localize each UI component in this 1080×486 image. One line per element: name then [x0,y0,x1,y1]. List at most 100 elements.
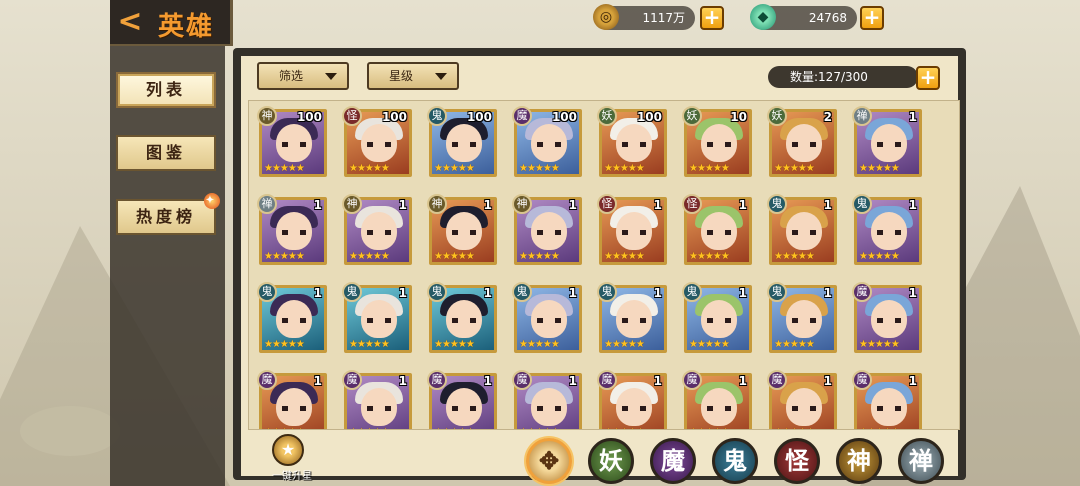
hero-level: 1 [908,374,917,388]
hero-card[interactable]: 魔 1 ★★★★★ [767,370,837,429]
hero-card[interactable]: 鬼 1 ★★★★★ [427,282,497,353]
chevron-down-icon [435,73,447,80]
faction-badge: 神 [427,194,447,214]
hero-stars: ★★★★★ [604,339,645,350]
hero-level: 1 [738,198,747,212]
faction-badge: 鬼 [682,282,702,302]
hero-portrait-eyes [537,230,561,235]
hero-card[interactable]: 神 1 ★★★★★ [427,194,497,265]
hero-level: 1 [653,286,662,300]
tab-chan[interactable]: 禅 [898,438,944,484]
hero-portrait-eyes [452,406,476,411]
hero-card[interactable]: 神 1 ★★★★★ [342,194,412,265]
hero-level: 1 [823,286,832,300]
hero-card[interactable]: 妖 10 ★★★★★ [682,106,752,177]
hero-card[interactable]: 神 100 ★★★★★ [257,106,327,177]
hero-card[interactable]: 魔 1 ★★★★★ [682,370,752,429]
hero-stars: ★★★★★ [434,339,475,350]
hero-card[interactable]: 禅 1 ★★★★★ [852,106,922,177]
faction-badge: 鬼 [597,282,617,302]
hero-card[interactable]: 魔 1 ★★★★★ [852,370,922,429]
hero-level: 1 [908,286,917,300]
hero-card[interactable]: 鬼 1 ★★★★★ [767,282,837,353]
hero-level: 1 [653,198,662,212]
hero-card[interactable]: 妖 100 ★★★★★ [597,106,667,177]
sidebar-item-list[interactable]: 列表 [116,72,216,108]
hero-level: 1 [653,374,662,388]
hero-card[interactable]: 怪 1 ★★★★★ [682,194,752,265]
tab-gui[interactable]: 鬼 [712,438,758,484]
add-coins-button[interactable]: + [700,6,724,30]
hero-portrait-eyes [282,142,306,147]
hero-portrait-eyes [622,406,646,411]
hero-portrait-eyes [877,318,901,323]
sidebar-item-label: 图鉴 [145,143,186,162]
hero-card[interactable]: 魔 100 ★★★★★ [512,106,582,177]
hero-card[interactable]: 鬼 100 ★★★★★ [427,106,497,177]
hero-card[interactable]: 魔 1 ★★★★★ [342,370,412,429]
upstar-icon: ★ [272,434,304,466]
hero-card[interactable]: 鬼 1 ★★★★★ [682,282,752,353]
hero-level: 2 [823,110,832,124]
tab-guai[interactable]: 怪 [774,438,820,484]
expand-capacity-button[interactable]: + [916,66,940,90]
hero-card[interactable]: 神 1 ★★★★★ [512,194,582,265]
hero-level: 1 [483,286,492,300]
hero-card[interactable]: 鬼 1 ★★★★★ [852,194,922,265]
flame-icon: ✦ [204,193,220,209]
hero-card[interactable]: 鬼 1 ★★★★★ [512,282,582,353]
hero-grid: 神 100 ★★★★★ 怪 100 ★★★★★ 鬼 100 ★★★★★ 魔 100 ★★★★★ 妖 100… [257,106,922,429]
add-jade-button[interactable]: + [860,6,884,30]
hero-stars: ★★★★★ [689,339,730,350]
hero-card[interactable]: 妖 2 ★★★★★ [767,106,837,177]
hero-card[interactable]: 魔 1 ★★★★★ [852,282,922,353]
tab-mo[interactable]: 魔 [650,438,696,484]
hero-level: 1 [313,198,322,212]
filter-dropdown[interactable]: 筛选 [257,62,349,90]
hero-stars: ★★★★★ [264,427,305,429]
hero-stars: ★★★★★ [859,163,900,174]
tab-yao[interactable]: 妖 [588,438,634,484]
hero-level: 1 [398,374,407,388]
hero-card[interactable]: 鬼 1 ★★★★★ [597,282,667,353]
hero-card[interactable]: 魔 1 ★★★★★ [427,370,497,429]
hero-card[interactable]: 鬼 1 ★★★★★ [342,282,412,353]
hero-card[interactable]: 怪 100 ★★★★★ [342,106,412,177]
faction-badge: 妖 [767,106,787,126]
hero-card[interactable]: 禅 1 ★★★★★ [257,194,327,265]
back-arrow-icon[interactable]: < [115,7,145,38]
hero-level: 1 [908,198,917,212]
sidebar-item-popularity[interactable]: 热度榜 ✦ [116,193,220,235]
hero-card[interactable]: 鬼 1 ★★★★★ [257,282,327,353]
faction-badge: 魔 [682,370,702,390]
one-click-upstar-button[interactable]: ★ 一键升星 [264,434,314,484]
sidebar-item-label: 热度榜 [135,207,196,226]
coin-icon: ◎ [593,4,619,30]
hero-stars: ★★★★★ [264,339,305,350]
hero-stars: ★★★★★ [604,251,645,262]
hero-level: 1 [738,286,747,300]
hero-portrait-eyes [282,230,306,235]
hero-card[interactable]: 鬼 1 ★★★★★ [767,194,837,265]
tab-all[interactable]: ✥ [526,438,572,484]
hero-card[interactable]: 魔 1 ★★★★★ [512,370,582,429]
hero-portrait-eyes [792,142,816,147]
hero-card[interactable]: 魔 1 ★★★★★ [257,370,327,429]
star-dropdown[interactable]: 星级 [367,62,459,90]
tab-shen[interactable]: 神 [836,438,882,484]
faction-badge: 魔 [852,282,872,302]
sidebar-item-codex[interactable]: 图鉴 [116,135,216,171]
faction-badge: 魔 [257,370,277,390]
faction-badge: 妖 [682,106,702,126]
faction-badge: 妖 [597,106,617,126]
hero-level: 1 [823,374,832,388]
hero-grid-container[interactable]: 神 100 ★★★★★ 怪 100 ★★★★★ 鬼 100 ★★★★★ 魔 100 ★★★★★ 妖 100… [248,100,960,430]
faction-badge: 神 [257,106,277,126]
faction-badge: 鬼 [427,282,447,302]
hero-card[interactable]: 怪 1 ★★★★★ [597,194,667,265]
hero-card[interactable]: 魔 1 ★★★★★ [597,370,667,429]
faction-badge: 神 [512,194,532,214]
hero-portrait-eyes [367,230,391,235]
faction-badge: 禅 [852,106,872,126]
hero-stars: ★★★★★ [519,251,560,262]
